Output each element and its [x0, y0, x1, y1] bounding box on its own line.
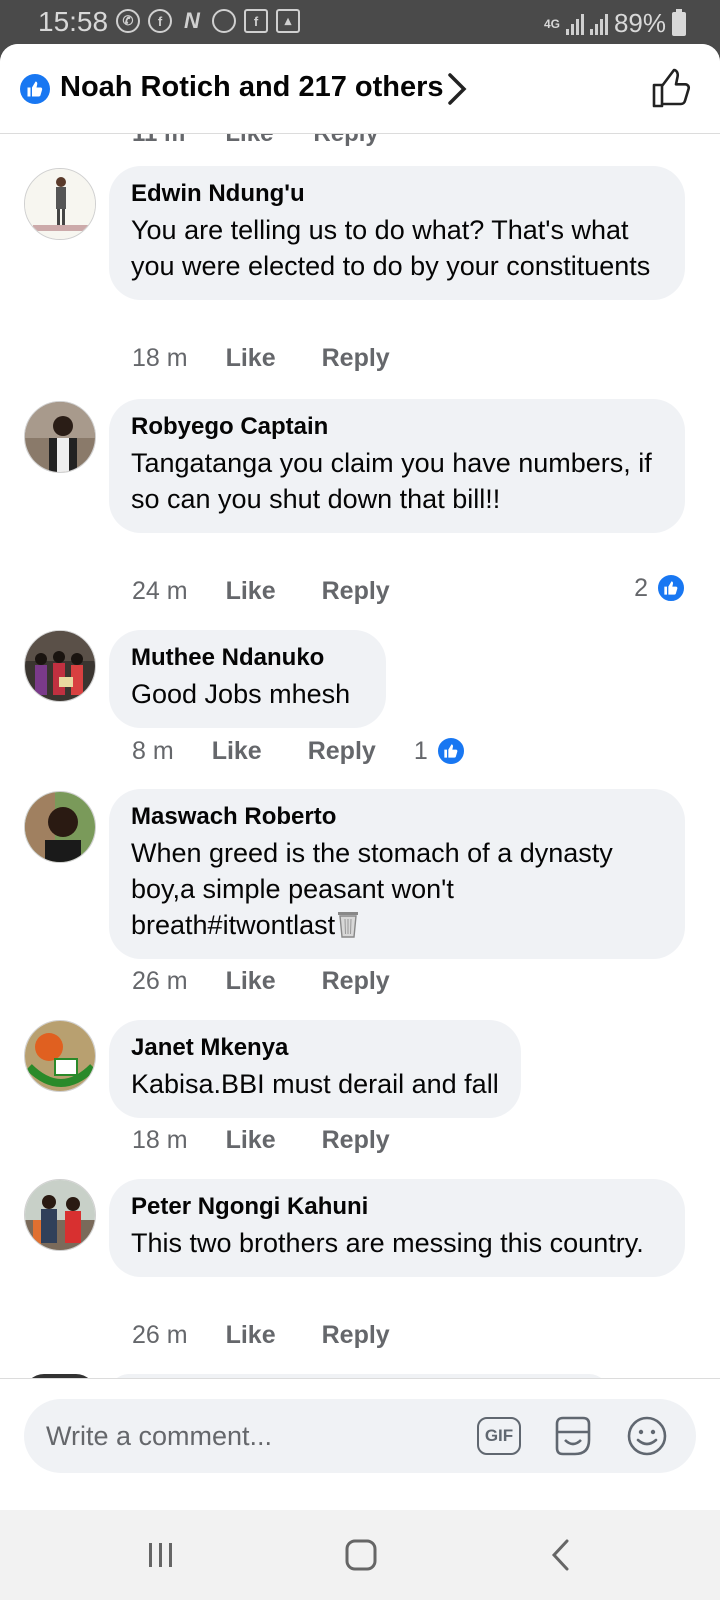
comment-bubble[interactable]: Janet Mkenya Kabisa.BBI must derail and … [109, 1020, 521, 1118]
like-button[interactable]: Like [226, 1321, 276, 1350]
battery-icon [672, 8, 686, 36]
avatar[interactable] [24, 630, 96, 702]
signal-icon [565, 13, 584, 35]
whatsapp-icon: ✆ [116, 9, 140, 33]
comment-bubble[interactable]: Edwin Ndung'u You are telling us to do w… [109, 166, 685, 300]
comment-actions: 26 m Like Reply [132, 1321, 436, 1350]
commenter-name[interactable]: Janet Mkenya [131, 1034, 499, 1062]
chevron-right-icon[interactable] [446, 72, 468, 112]
reply-button[interactable]: Reply [322, 1126, 390, 1155]
like-button[interactable]: Like [226, 1126, 276, 1155]
like-button[interactable]: Like [212, 737, 262, 766]
recent-apps-button[interactable] [136, 1532, 186, 1578]
commenter-name[interactable]: Muthee Ndanuko [131, 644, 364, 672]
comment-time: 24 m [132, 577, 188, 605]
status-right: 4G 89% [544, 8, 686, 39]
reactions-summary[interactable]: Noah Rotich and 217 others [60, 71, 444, 104]
comment-text: You are telling us to do what? That's wh… [131, 215, 651, 281]
comment-time: 18 m [132, 1126, 188, 1154]
comments-sheet: Noah Rotich and 217 others 11 m Like Rep… [0, 44, 720, 1510]
comment-input[interactable] [46, 1413, 466, 1459]
commenter-name[interactable]: Maswach Roberto [131, 803, 663, 831]
comment-bubble[interactable]: Robyego Captain Tangatanga you claim you… [109, 399, 685, 533]
recent-apps-icon [149, 1543, 172, 1567]
o-icon [212, 9, 236, 33]
trash-can-emoji-icon [335, 908, 361, 938]
commenter-name[interactable]: Peter Ngongi Kahuni [131, 1193, 663, 1221]
facebook-icon: f [148, 9, 172, 33]
comment-text: Tangatanga you claim you have numbers, i… [131, 448, 652, 514]
reply-button[interactable]: Reply [322, 344, 390, 373]
reactions-header: Noah Rotich and 217 others [0, 44, 720, 134]
reaction-count[interactable]: 2 [634, 573, 686, 603]
comment-actions: 8 m Like Reply 1 [132, 736, 466, 766]
comment-text: This two brothers are messing this count… [131, 1228, 644, 1258]
reply-button[interactable]: Reply [322, 967, 390, 996]
comment-bubble[interactable]: Maswach Roberto When greed is the stomac… [109, 789, 685, 959]
facebook-square-icon: f [244, 9, 268, 33]
gallery-icon: ▴ [276, 9, 300, 33]
reply-button[interactable]: Reply [322, 1321, 390, 1350]
like-button[interactable]: Like [226, 967, 276, 996]
comment-bubble[interactable]: Peter Ngongi Kahuni This two brothers ar… [109, 1179, 685, 1277]
emoji-button[interactable] [624, 1413, 670, 1459]
gif-button[interactable]: GIF [476, 1413, 522, 1459]
network-type: 4G [543, 16, 560, 31]
comment-text: Kabisa.BBI must derail and fall [131, 1069, 499, 1099]
gif-icon: GIF [477, 1417, 521, 1455]
back-button[interactable] [536, 1532, 586, 1578]
like-reaction-icon [656, 573, 686, 603]
reaction-number: 1 [413, 736, 428, 765]
commenter-name[interactable]: Edwin Ndung'u [131, 180, 663, 208]
status-time: 15:58 [38, 6, 109, 37]
like-button[interactable]: Like [226, 344, 276, 373]
home-icon [345, 1539, 377, 1571]
battery-percent: 89% [613, 8, 666, 38]
composer-field: GIF [24, 1399, 696, 1473]
like-reaction-icon [435, 736, 466, 766]
signal-icon-2 [589, 13, 608, 35]
notification-icons: ✆ f N f ▴ [116, 8, 300, 33]
comment-time: 26 m [132, 1321, 188, 1349]
sticker-button[interactable] [550, 1413, 596, 1459]
home-button[interactable] [336, 1532, 386, 1578]
reaction-count[interactable]: 1 [414, 736, 466, 766]
sticker-icon [555, 1416, 591, 1456]
comment-time: 18 m [132, 344, 188, 372]
comment-actions: 18 m Like Reply [132, 1126, 436, 1155]
avatar[interactable] [24, 1020, 96, 1092]
comment-actions: 24 m Like Reply [132, 577, 436, 606]
comment-text: Good Jobs mhesh [131, 679, 351, 709]
n-icon: N [184, 8, 200, 33]
comment-time: 26 m [132, 967, 188, 995]
emoji-icon [627, 1416, 667, 1456]
avatar[interactable] [24, 791, 96, 863]
navigation-bar [0, 1510, 720, 1600]
comment-composer: GIF [0, 1378, 720, 1510]
status-bar: 15:58 ✆ f N f ▴ 4G 89% [0, 0, 720, 44]
avatar[interactable] [24, 168, 96, 240]
comment-actions: 18 m Like Reply [132, 344, 436, 373]
like-button[interactable]: Like [226, 577, 276, 606]
thumbs-up-icon[interactable] [650, 66, 694, 110]
reply-button[interactable]: Reply [308, 737, 376, 766]
comment-text: When greed is the stomach of a dynasty b… [131, 835, 663, 943]
comment-text-body: When greed is the stomach of a dynasty b… [131, 838, 613, 940]
avatar[interactable] [24, 1179, 96, 1251]
comment-actions: 26 m Like Reply [132, 967, 436, 996]
back-icon [551, 1539, 569, 1571]
commenter-name[interactable]: Robyego Captain [131, 413, 663, 441]
avatar[interactable] [24, 401, 96, 473]
reaction-number: 2 [634, 573, 648, 602]
comment-time: 8 m [132, 736, 174, 765]
comment-bubble[interactable]: Muthee Ndanuko Good Jobs mhesh [109, 630, 387, 728]
like-reaction-icon [20, 74, 50, 104]
reply-button[interactable]: Reply [322, 577, 390, 606]
